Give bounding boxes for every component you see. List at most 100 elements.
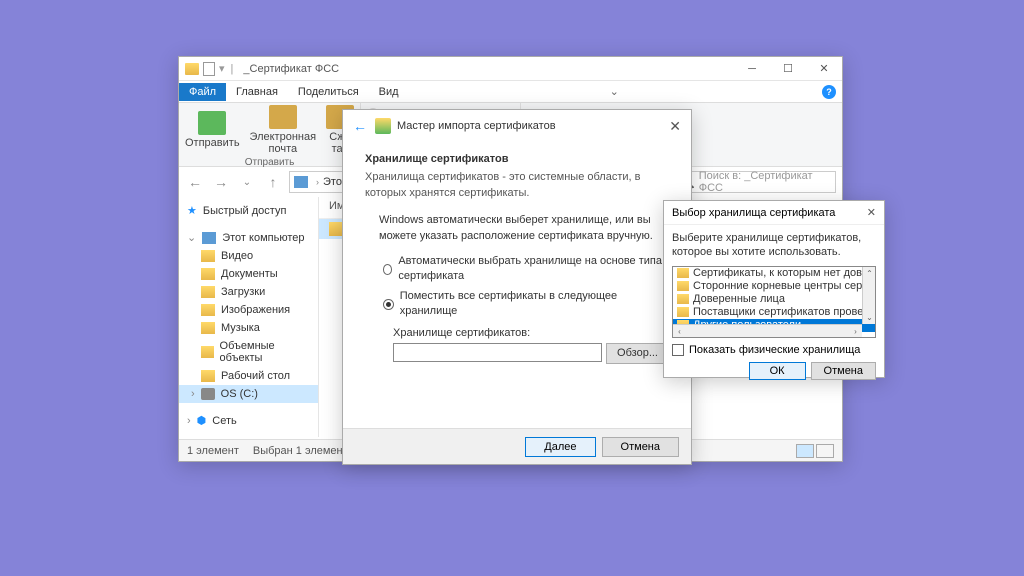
sidebar-3d-objects[interactable]: Объемные объекты <box>179 337 318 367</box>
folder-icon <box>201 250 215 262</box>
folder-icon <box>677 294 689 304</box>
titlebar: ▾ | _Сертификат ФСС ─ ☐ ✕ <box>179 57 842 81</box>
star-icon: ★ <box>187 204 197 217</box>
browse-button[interactable]: Обзор... <box>606 343 669 364</box>
tree-item[interactable]: Сторонние корневые центры сертиф <box>673 280 875 293</box>
sidebar-music[interactable]: Музыка <box>179 319 318 337</box>
sidebar-downloads[interactable]: Загрузки <box>179 283 318 301</box>
wizard-title: Мастер импорта сертификатов <box>397 120 556 132</box>
folder-icon <box>677 281 689 291</box>
store-selector-dialog: Выбор хранилища сертификата ✕ Выберите х… <box>663 200 885 378</box>
tab-view[interactable]: Вид <box>369 83 409 101</box>
ribbon-email-button[interactable]: Электронная почта <box>250 105 317 155</box>
radio-manual-select[interactable]: Поместить все сертификаты в следующее хр… <box>383 289 669 320</box>
ribbon-send-button[interactable]: Отправить <box>185 105 240 155</box>
wizard-intro: Windows автоматически выберет хранилище,… <box>379 213 669 244</box>
scroll-up-icon[interactable]: ⌃ <box>863 267 876 280</box>
selector-description: Выберите хранилище сертификатов, которое… <box>672 231 876 260</box>
radio-icon <box>383 299 394 310</box>
nav-back[interactable]: ← <box>185 172 205 192</box>
selector-body: Выберите хранилище сертификатов, которое… <box>664 225 884 386</box>
disk-icon <box>201 388 215 400</box>
nav-forward[interactable]: → <box>211 172 231 192</box>
minimize-button[interactable]: ─ <box>734 57 770 81</box>
sidebar-videos[interactable]: Видео <box>179 247 318 265</box>
next-button[interactable]: Далее <box>525 437 595 457</box>
selector-buttons: ОК Отмена <box>672 362 876 380</box>
sidebar: ★Быстрый доступ ⌄Этот компьютер Видео До… <box>179 197 319 437</box>
scroll-right-icon[interactable]: › <box>849 325 862 338</box>
view-icons <box>796 444 834 458</box>
wizard-titlebar: ← Мастер импорта сертификатов ✕ <box>343 110 691 142</box>
back-arrow-icon[interactable]: ← <box>353 118 367 134</box>
sidebar-documents[interactable]: Документы <box>179 265 318 283</box>
tree-item[interactable]: Поставщики сертификатов проверки <box>673 306 875 319</box>
radio-auto-select[interactable]: Автоматически выбрать хранилище на основ… <box>383 254 669 285</box>
search-input[interactable]: 🔍 Поиск в: _Сертификат ФСС <box>676 171 836 193</box>
ribbon-tabs: Файл Главная Поделиться Вид ⌄ ? <box>179 81 842 103</box>
close-button[interactable]: ✕ <box>867 206 876 219</box>
folder-icon <box>201 370 215 382</box>
pc-icon <box>202 232 216 244</box>
tab-file[interactable]: Файл <box>179 83 226 101</box>
certificate-import-wizard: ← Мастер импорта сертификатов ✕ Хранилищ… <box>342 109 692 465</box>
titlebar-icons: ▾ | <box>179 62 239 76</box>
help-icon[interactable]: ? <box>822 85 836 99</box>
sidebar-network[interactable]: ›⬢Сеть <box>179 411 318 430</box>
ok-button[interactable]: ОК <box>749 362 806 380</box>
checkbox-icon <box>672 344 684 356</box>
store-input[interactable] <box>393 343 602 362</box>
wizard-heading: Хранилище сертификатов <box>365 152 669 167</box>
show-physical-checkbox[interactable]: Показать физические хранилища <box>672 344 876 356</box>
nav-up[interactable]: ↑ <box>263 172 283 192</box>
scrollbar-vertical[interactable]: ⌃ ⌄ <box>862 267 875 324</box>
folder-icon <box>677 268 689 278</box>
folder-icon <box>201 322 215 334</box>
scroll-down-icon[interactable]: ⌄ <box>863 311 876 324</box>
tab-home[interactable]: Главная <box>226 83 288 101</box>
maximize-button[interactable]: ☐ <box>770 57 806 81</box>
folder-icon <box>201 268 215 280</box>
store-field-row: Обзор... <box>393 343 669 364</box>
window-controls: ─ ☐ ✕ <box>734 57 842 81</box>
mail-icon <box>269 105 297 129</box>
sidebar-this-pc[interactable]: ⌄Этот компьютер <box>179 228 318 247</box>
folder-icon <box>185 63 199 75</box>
tree-item[interactable]: Доверенные лица <box>673 293 875 306</box>
sidebar-quick-access[interactable]: ★Быстрый доступ <box>179 201 318 220</box>
sidebar-desktop[interactable]: Рабочий стол <box>179 367 318 385</box>
close-button[interactable]: ✕ <box>669 118 681 135</box>
close-button[interactable]: ✕ <box>806 57 842 81</box>
chevron-right-icon: › <box>316 177 319 187</box>
selector-title: Выбор хранилища сертификата <box>672 207 867 219</box>
cancel-button[interactable]: Отмена <box>602 437 679 457</box>
sidebar-pictures[interactable]: Изображения <box>179 301 318 319</box>
cancel-button[interactable]: Отмена <box>811 362 876 380</box>
send-icon <box>198 111 226 135</box>
tab-share[interactable]: Поделиться <box>288 83 369 101</box>
folder-icon <box>201 304 215 316</box>
radio-icon <box>383 264 392 275</box>
scrollbar-horizontal[interactable]: ‹ › <box>673 324 862 337</box>
sidebar-os-c[interactable]: ›OS (C:) <box>179 385 318 403</box>
window-title: _Сертификат ФСС <box>239 63 734 75</box>
view-large-icon[interactable] <box>816 444 834 458</box>
wizard-body: Хранилище сертификатов Хранилища сертифи… <box>343 142 691 374</box>
certificate-icon <box>329 222 343 236</box>
folder-icon <box>201 286 215 298</box>
status-count: 1 элемент <box>187 445 239 457</box>
file-icon <box>203 62 215 76</box>
scroll-left-icon[interactable]: ‹ <box>673 325 686 338</box>
folder-icon <box>677 307 689 317</box>
nav-recent[interactable]: ⌄ <box>237 172 257 192</box>
wizard-footer: Далее Отмена <box>343 428 691 464</box>
view-details-icon[interactable] <box>796 444 814 458</box>
network-icon: ⬢ <box>197 414 207 427</box>
wizard-description: Хранилища сертификатов - это системные о… <box>365 170 669 201</box>
folder-icon <box>201 346 214 358</box>
wizard-icon <box>375 118 391 134</box>
store-field-label: Хранилище сертификатов: <box>393 326 669 341</box>
pc-icon <box>294 176 308 188</box>
tree-item[interactable]: Сертификаты, к которым нет доверия <box>673 267 875 280</box>
ribbon-group-send: Отправить Электронная почта Сжа тая Отпр… <box>179 103 361 166</box>
